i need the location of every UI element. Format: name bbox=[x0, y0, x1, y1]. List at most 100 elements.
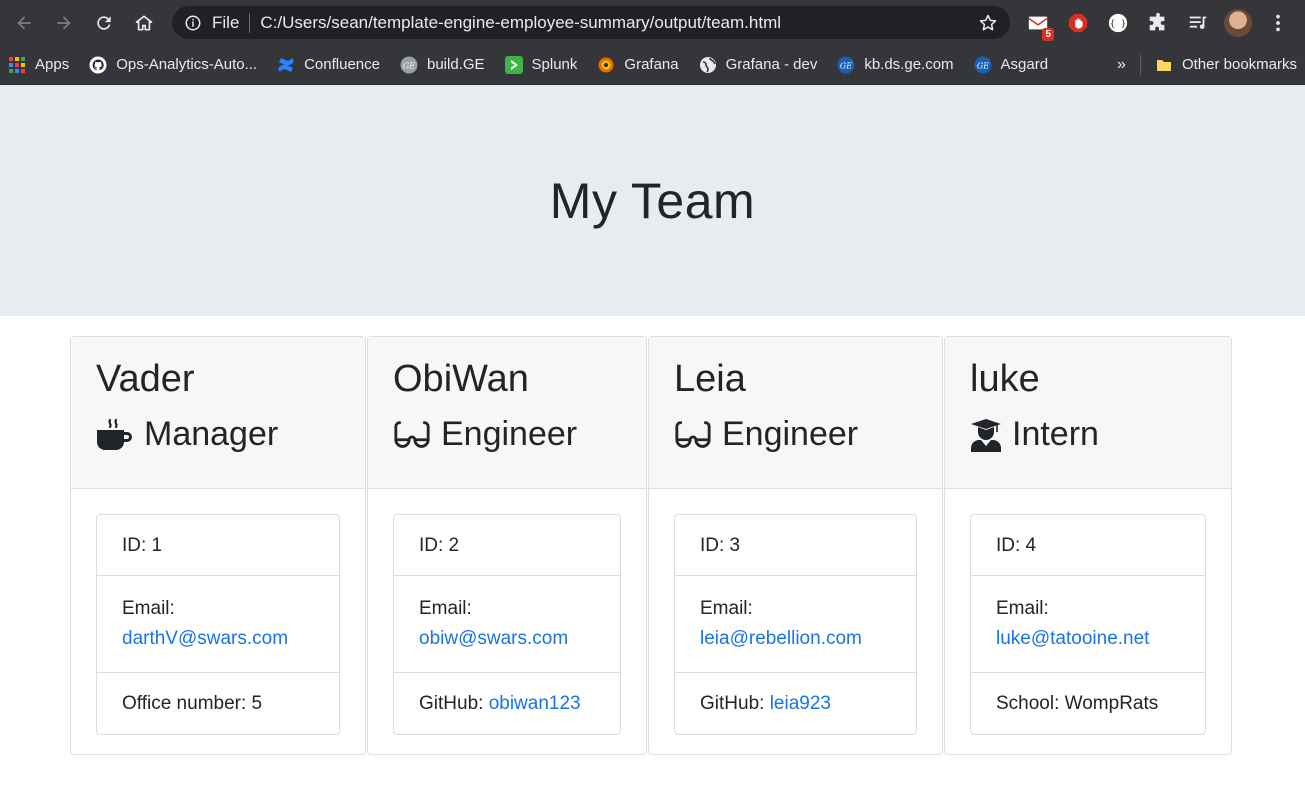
ge-icon: GE bbox=[400, 56, 418, 73]
email-label: Email: bbox=[996, 598, 1049, 619]
employee-role: Manager bbox=[96, 415, 340, 454]
confluence-icon bbox=[278, 57, 295, 72]
details-list: ID: 2 Email: obiw@swars.com GitHub: obiw… bbox=[393, 514, 621, 735]
ge-icon: GE bbox=[974, 56, 992, 73]
page-header: My Team bbox=[0, 85, 1305, 316]
bookmark-splunk[interactable]: Splunk bbox=[504, 55, 578, 74]
extensions-area: 5 { } bbox=[1024, 6, 1304, 41]
url-text[interactable]: C:/Users/sean/template-engine-employee-s… bbox=[260, 13, 978, 33]
browser-toolbar: File C:/Users/sean/template-engine-emplo… bbox=[0, 0, 1305, 45]
bookmark-label: Asgard bbox=[1000, 56, 1049, 73]
bookmark-ops-analytics[interactable]: Ops-Analytics-Auto... bbox=[89, 56, 257, 74]
school: School: WompRats bbox=[996, 693, 1159, 714]
home-icon bbox=[135, 15, 153, 30]
extensions-button[interactable] bbox=[1144, 9, 1172, 37]
employee-name: ObiWan bbox=[393, 358, 529, 400]
email-link[interactable]: luke@tatooine.net bbox=[996, 628, 1149, 649]
profile-button[interactable] bbox=[1224, 8, 1252, 37]
card-body: ID: 1 Email: darthV@swars.com Office num… bbox=[71, 489, 365, 760]
employee-role: Engineer bbox=[393, 415, 621, 454]
employee-id: ID: 2 bbox=[394, 515, 620, 576]
bookmark-kb[interactable]: GE kb.ds.ge.com bbox=[837, 56, 954, 74]
bookmark-label: kb.ds.ge.com bbox=[864, 56, 954, 73]
url-separator bbox=[249, 12, 251, 33]
employee-card: Vader Manager ID: 1 Email: darthV@swars.… bbox=[70, 336, 366, 755]
office-number: Office number: 5 bbox=[122, 693, 263, 714]
bookmarks-bar: Apps Ops-Analytics-Auto... Confluence GE… bbox=[0, 45, 1305, 85]
employee-role: Intern bbox=[970, 415, 1206, 454]
card-header: Leia Engineer bbox=[649, 337, 942, 489]
info-icon[interactable] bbox=[184, 14, 202, 32]
employee-name: luke bbox=[970, 358, 1040, 400]
url-scheme: File bbox=[212, 12, 240, 32]
bookmark-label: build.GE bbox=[426, 56, 485, 73]
bookmark-star-icon[interactable] bbox=[978, 13, 998, 33]
details-list: ID: 4 Email: luke@tatooine.net School: W… bbox=[970, 514, 1206, 735]
bookmark-asgard[interactable]: GE Asgard bbox=[974, 56, 1049, 74]
kebab-menu-icon bbox=[1276, 14, 1280, 31]
braces-icon: { } bbox=[1108, 13, 1128, 32]
other-bookmarks-folder[interactable]: Other bookmarks bbox=[1155, 56, 1297, 74]
back-button[interactable] bbox=[8, 7, 40, 39]
card-header: Vader Manager bbox=[71, 337, 365, 489]
email-label: Email: bbox=[419, 598, 472, 619]
card-body: ID: 3 Email: leia@rebellion.com GitHub: … bbox=[649, 489, 942, 760]
employee-card: ObiWan Engineer ID: 2 Email: obiw@swars.… bbox=[367, 336, 647, 755]
card-body: ID: 2 Email: obiw@swars.com GitHub: obiw… bbox=[368, 489, 646, 760]
bookmark-grafana[interactable]: Grafana bbox=[597, 56, 679, 74]
svg-text:GE: GE bbox=[976, 61, 988, 70]
reload-button[interactable] bbox=[88, 7, 120, 39]
github-row: GitHub: leia923 bbox=[675, 673, 916, 734]
card-header: ObiWan Engineer bbox=[368, 337, 646, 489]
employee-id: ID: 3 bbox=[675, 515, 916, 576]
details-list: ID: 3 Email: leia@rebellion.com GitHub: … bbox=[674, 514, 917, 735]
bookmark-label: Grafana - dev bbox=[725, 56, 818, 73]
email-link[interactable]: leia@rebellion.com bbox=[700, 628, 862, 649]
github-icon bbox=[89, 56, 107, 73]
splunk-icon bbox=[504, 55, 523, 74]
bookmark-grafana-dev[interactable]: Grafana - dev bbox=[699, 56, 818, 74]
employee-id: ID: 1 bbox=[97, 515, 339, 576]
folder-icon bbox=[1156, 59, 1171, 71]
email-link[interactable]: obiw@swars.com bbox=[419, 628, 568, 649]
media-controls-button[interactable] bbox=[1184, 9, 1212, 37]
github-link[interactable]: obiwan123 bbox=[489, 693, 581, 714]
bookmarks-divider bbox=[1139, 54, 1141, 75]
bookmark-confluence[interactable]: Confluence bbox=[277, 56, 380, 74]
playlist-icon bbox=[1189, 16, 1207, 29]
gmail-extension[interactable]: 5 bbox=[1024, 9, 1054, 41]
more-bookmarks-button[interactable]: » bbox=[1117, 56, 1126, 74]
globe-icon bbox=[699, 56, 716, 73]
bookmark-label: Confluence bbox=[304, 56, 380, 73]
github-row: GitHub: obiwan123 bbox=[394, 673, 620, 734]
bookmark-build-ge[interactable]: GE build.GE bbox=[400, 56, 485, 74]
grafana-icon bbox=[598, 57, 614, 72]
bookmark-apps[interactable]: Apps bbox=[8, 56, 69, 74]
role-label: Engineer bbox=[722, 415, 859, 453]
employee-name: Vader bbox=[96, 358, 195, 400]
apps-grid-icon bbox=[9, 56, 25, 73]
github-label: GitHub: bbox=[700, 693, 770, 714]
svg-text:GE: GE bbox=[403, 61, 415, 70]
email-link[interactable]: darthV@swars.com bbox=[122, 628, 288, 649]
address-bar[interactable]: File C:/Users/sean/template-engine-emplo… bbox=[172, 6, 1010, 39]
graduate-icon bbox=[970, 418, 1002, 452]
github-link[interactable]: leia923 bbox=[770, 693, 831, 714]
page-title: My Team bbox=[549, 172, 756, 229]
adblock-extension[interactable] bbox=[1064, 9, 1092, 37]
svg-text:{ }: { } bbox=[1110, 18, 1127, 29]
home-button[interactable] bbox=[128, 7, 160, 39]
mail-count-badge: 5 bbox=[1042, 27, 1054, 41]
employee-role: Engineer bbox=[674, 415, 917, 454]
role-label: Manager bbox=[144, 415, 279, 453]
github-label: GitHub: bbox=[419, 693, 489, 714]
avatar bbox=[1224, 8, 1252, 37]
back-arrow-icon bbox=[17, 15, 31, 30]
team-cards: Vader Manager ID: 1 Email: darthV@swars.… bbox=[70, 336, 1233, 755]
details-list: ID: 1 Email: darthV@swars.com Office num… bbox=[96, 514, 340, 735]
bookmark-label: Splunk bbox=[531, 56, 578, 73]
employee-email-row: Email: leia@rebellion.com bbox=[675, 576, 916, 673]
menu-button[interactable] bbox=[1264, 9, 1292, 37]
json-extension[interactable]: { } bbox=[1104, 9, 1132, 37]
forward-button[interactable] bbox=[48, 7, 80, 39]
